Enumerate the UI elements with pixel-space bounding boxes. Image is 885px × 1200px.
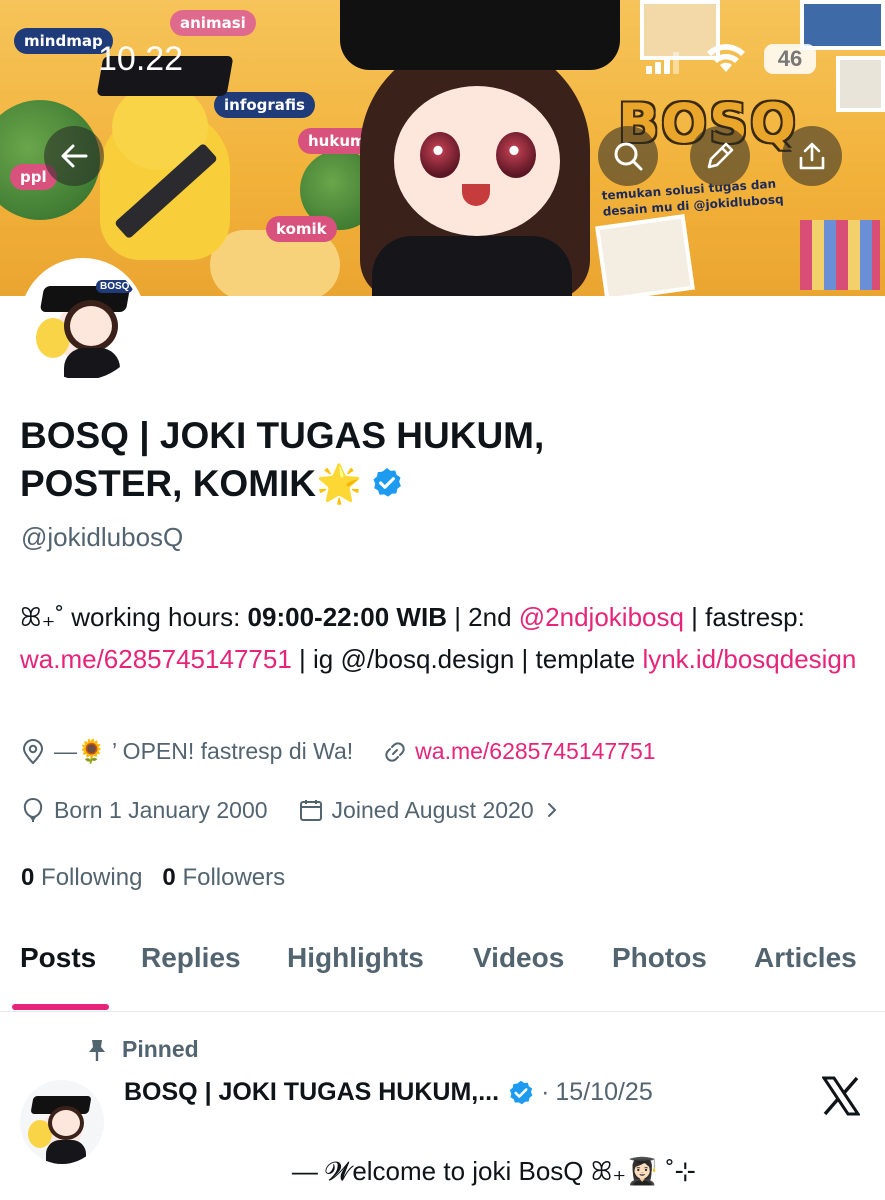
profile-joined[interactable]: Joined August 2020 — [298, 797, 562, 824]
active-tab-indicator — [12, 1004, 109, 1010]
banner-character-eye — [420, 132, 460, 178]
verified-badge-icon[interactable] — [370, 466, 404, 500]
tab-highlights[interactable]: Highlights — [287, 942, 424, 974]
bio-text: | ig @/bosq.design | template — [291, 644, 643, 674]
tweet-separator: · — [541, 1078, 550, 1106]
profile-tabs: Posts Replies Highlights Videos Photos A… — [0, 928, 885, 1012]
status-time: 10.22 — [98, 40, 184, 78]
profile-meta-row: Born 1 January 2000 Joined August 2020 — [20, 796, 592, 824]
profile-name-text: BOSQ | JOKI TUGAS HUKUM, POSTER, KOMIK🌟 — [20, 415, 545, 504]
tab-videos[interactable]: Videos — [473, 942, 564, 974]
profile-birthday: Born 1 January 2000 — [20, 796, 268, 824]
wifi-icon — [707, 44, 745, 72]
following-count: 0 — [21, 864, 35, 891]
tweet-author-name[interactable]: BOSQ | JOKI TUGAS HUKUM,... — [124, 1078, 499, 1107]
banner-character-cap — [340, 0, 620, 70]
bio-mention-link[interactable]: @2ndjokibosq — [519, 602, 684, 632]
share-icon — [799, 142, 825, 170]
banner-decoration — [800, 0, 885, 50]
profile-handle: @jokidlubosQ — [21, 522, 184, 552]
pinned-label-row: Pinned — [86, 1036, 199, 1063]
followers-label: Followers — [182, 864, 286, 891]
following-label: Following — [41, 864, 143, 891]
tab-replies[interactable]: Replies — [141, 942, 241, 974]
profile-website-link[interactable]: wa.me/6285745147751 — [415, 738, 655, 765]
location-pin-icon — [22, 738, 44, 764]
pencil-icon — [707, 142, 734, 169]
link-icon — [385, 741, 405, 762]
calendar-icon — [299, 800, 322, 821]
bio-template-link[interactable]: lynk.id/bosqdesign — [642, 644, 856, 674]
battery-indicator: 46 — [764, 44, 816, 74]
profile-location-text: —🌻 ’ OPEN! fastresp di Wa! — [54, 738, 354, 764]
share-button[interactable] — [782, 126, 842, 186]
pinned-label: Pinned — [122, 1036, 199, 1062]
profile-website[interactable]: wa.me/6285745147751 — [383, 738, 656, 765]
bio-text: | 2nd — [446, 602, 519, 632]
bio-whatsapp-link[interactable]: wa.me/6285745147751 — [20, 644, 292, 674]
followers-link[interactable]: 0 Followers — [162, 864, 285, 891]
banner-tag-komik: komik — [266, 216, 337, 242]
chevron-right-icon — [547, 803, 557, 817]
tweet-author-avatar[interactable] — [20, 1080, 104, 1164]
profile-bio: ꕤ₊˚ working hours: 09:00-22:00 WIB | 2nd… — [20, 596, 870, 680]
profile-name: BOSQ | JOKI TUGAS HUKUM, POSTER, KOMIK🌟 — [20, 412, 700, 508]
following-link[interactable]: 0 Following — [21, 864, 142, 891]
back-button[interactable] — [44, 126, 104, 186]
profile-birthday-text: Born 1 January 2000 — [54, 796, 268, 823]
banner-character-gown — [372, 236, 572, 296]
banner-books — [800, 220, 880, 290]
profile-joined-text: Joined August 2020 — [331, 796, 534, 823]
profile-location: —🌻 ’ OPEN! fastresp di Wa! — [20, 738, 353, 765]
arrow-left-icon — [61, 144, 88, 168]
tab-articles[interactable]: Articles — [754, 942, 857, 974]
bio-text: | fastresp: — [683, 602, 805, 632]
pin-icon — [89, 1039, 105, 1061]
tweet-date[interactable]: 15/10/25 — [555, 1078, 652, 1107]
edit-button[interactable] — [690, 126, 750, 186]
search-button[interactable] — [598, 126, 658, 186]
banner-character-eye — [496, 132, 536, 178]
banner-decoration — [836, 56, 885, 112]
cellular-signal-icon — [646, 52, 680, 74]
followers-count: 0 — [162, 864, 176, 891]
profile-banner[interactable]: mindmap animasi infografis hukum ppl kom… — [0, 0, 885, 296]
profile-meta-row: —🌻 ’ OPEN! fastresp di Wa! wa.me/6285745… — [20, 738, 686, 765]
verified-badge-icon — [509, 1080, 533, 1104]
balloon-icon — [23, 797, 43, 822]
search-icon — [614, 142, 643, 171]
tweet-text: — 𝓦elcome to joki BosQ ꕤ₊👩🏻‍🎓 ˚⊹ — [291, 1156, 697, 1186]
follow-counts: 0 Following 0 Followers — [21, 864, 285, 892]
x-logo-icon — [822, 1076, 860, 1116]
banner-tag-infografis: infografis — [214, 92, 315, 118]
bio-text: ꕤ₊˚ working hours: — [20, 602, 248, 632]
bio-working-hours: 09:00-22:00 WIB — [247, 602, 447, 632]
tab-photos[interactable]: Photos — [612, 942, 707, 974]
tweet-header: BOSQ | JOKI TUGAS HUKUM,... · 15/10/25 — [124, 1078, 653, 1107]
tab-posts[interactable]: Posts — [20, 942, 96, 974]
banner-tag-animasi: animasi — [170, 10, 256, 36]
avatar-brand-badge: BOSQ — [96, 280, 134, 293]
profile-avatar[interactable]: BOSQ — [20, 258, 146, 384]
banner-decoration — [595, 214, 695, 296]
